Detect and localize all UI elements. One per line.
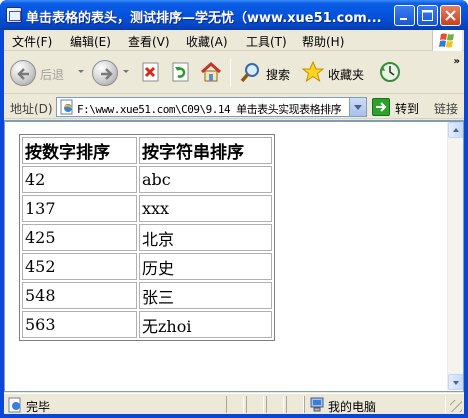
standard-toolbar: 后退 搜索 收藏夹 » [4, 52, 464, 94]
string-cell: 张三 [139, 282, 272, 309]
toolbar-overflow-chevron[interactable]: » [454, 56, 460, 67]
number-cell: 42 [22, 166, 137, 193]
browser-window: 单击表格的表头，测试排序—学无忧（www.xue51.com... 文件(F) … [0, 0, 468, 418]
window-client-area: 文件(F) 编辑(E) 查看(V) 收藏(A) 工具(T) 帮助(H) 后退 搜… [4, 30, 464, 414]
status-bar: 完毕 我的电脑 [4, 393, 464, 414]
stop-icon[interactable] [140, 61, 162, 83]
sort-by-number-header[interactable]: 按数字排序 [22, 137, 137, 164]
my-computer-icon [309, 397, 325, 413]
menu-tools[interactable]: 工具(T) [246, 33, 287, 50]
string-cell: abc [139, 166, 272, 193]
title-bar[interactable]: 单击表格的表头，测试排序—学无忧（www.xue51.com... [0, 0, 468, 30]
menu-view[interactable]: 查看(V) [128, 33, 170, 50]
toolbar-separator [230, 59, 231, 87]
page-icon [59, 99, 75, 115]
address-dropdown-icon[interactable] [349, 98, 366, 116]
vertical-scrollbar[interactable] [447, 122, 463, 390]
go-button[interactable]: 转到 [395, 100, 419, 117]
address-value[interactable]: F:\www.xue51.com\C09\9.14 单击表头实现表格排序 [77, 101, 349, 117]
string-cell: 历史 [139, 253, 272, 280]
search-label[interactable]: 搜索 [266, 66, 290, 83]
favorites-label[interactable]: 收藏夹 [328, 66, 364, 83]
sortable-table: 按数字排序 按字符串排序 42 abc 137 xxx 425 北京 452 历… [19, 134, 275, 341]
menu-bar: 文件(F) 编辑(E) 查看(V) 收藏(A) 工具(T) 帮助(H) [4, 30, 464, 51]
resize-grip[interactable] [450, 400, 462, 412]
scroll-up-icon[interactable] [448, 122, 463, 138]
menu-file[interactable]: 文件(F) [12, 33, 52, 50]
ie-page-icon [6, 7, 22, 23]
scroll-down-icon[interactable] [448, 374, 463, 390]
string-cell: 北京 [139, 224, 272, 251]
table-row: 42 abc [22, 166, 272, 193]
table-row: 452 历史 [22, 253, 272, 280]
forward-arrow-icon [101, 68, 113, 80]
page-content: 按数字排序 按字符串排序 42 abc 137 xxx 425 北京 452 历… [4, 120, 464, 392]
links-button[interactable]: 链接 [434, 100, 458, 117]
status-pane [266, 396, 284, 413]
status-pane [286, 396, 304, 413]
string-cell: xxx [139, 195, 272, 222]
status-pane [246, 396, 264, 413]
back-button[interactable] [10, 60, 36, 86]
table-header-row: 按数字排序 按字符串排序 [22, 137, 272, 164]
maximize-button[interactable] [417, 5, 438, 26]
address-bar: 地址(D) F:\www.xue51.com\C09\9.14 单击表头实现表格… [4, 95, 464, 119]
forward-button[interactable] [92, 60, 118, 86]
number-cell: 425 [22, 224, 137, 251]
string-cell: 无zhoi [139, 311, 272, 338]
history-icon[interactable] [378, 61, 400, 83]
security-zone: 我的电脑 [328, 400, 377, 414]
search-icon[interactable] [240, 61, 262, 83]
close-button[interactable] [440, 5, 461, 26]
number-cell: 563 [22, 311, 137, 338]
table-row: 548 张三 [22, 282, 272, 309]
page-done-icon [7, 397, 23, 413]
number-cell: 548 [22, 282, 137, 309]
window-title: 单击表格的表头，测试排序—学无忧（www.xue51.com... [26, 11, 382, 26]
address-input[interactable]: F:\www.xue51.com\C09\9.14 单击表头实现表格排序 [56, 97, 367, 117]
menu-edit[interactable]: 编辑(E) [70, 33, 111, 50]
maximize-icon [422, 10, 433, 21]
favorites-star-icon[interactable] [301, 60, 325, 83]
back-dropdown-icon[interactable] [78, 70, 84, 73]
go-arrow-icon[interactable] [372, 98, 390, 116]
windows-logo-icon [432, 30, 462, 51]
status-pane [226, 396, 244, 413]
menu-favorites[interactable]: 收藏(A) [186, 33, 228, 50]
minimize-button[interactable] [394, 5, 415, 26]
back-arrow-icon [17, 68, 29, 80]
table-row: 563 无zhoi [22, 311, 272, 338]
home-icon[interactable] [200, 61, 222, 83]
minimize-icon [400, 18, 407, 20]
number-cell: 452 [22, 253, 137, 280]
close-icon [445, 10, 456, 21]
table-row: 425 北京 [22, 224, 272, 251]
sort-by-string-header[interactable]: 按字符串排序 [139, 137, 272, 164]
back-label[interactable]: 后退 [40, 66, 64, 83]
table-row: 137 xxx [22, 195, 272, 222]
number-cell: 137 [22, 195, 137, 222]
status-text: 完毕 [26, 400, 51, 414]
refresh-icon[interactable] [170, 61, 192, 83]
forward-dropdown-icon[interactable] [123, 70, 129, 73]
menu-help[interactable]: 帮助(H) [302, 33, 344, 50]
address-label: 地址(D) [10, 102, 53, 116]
